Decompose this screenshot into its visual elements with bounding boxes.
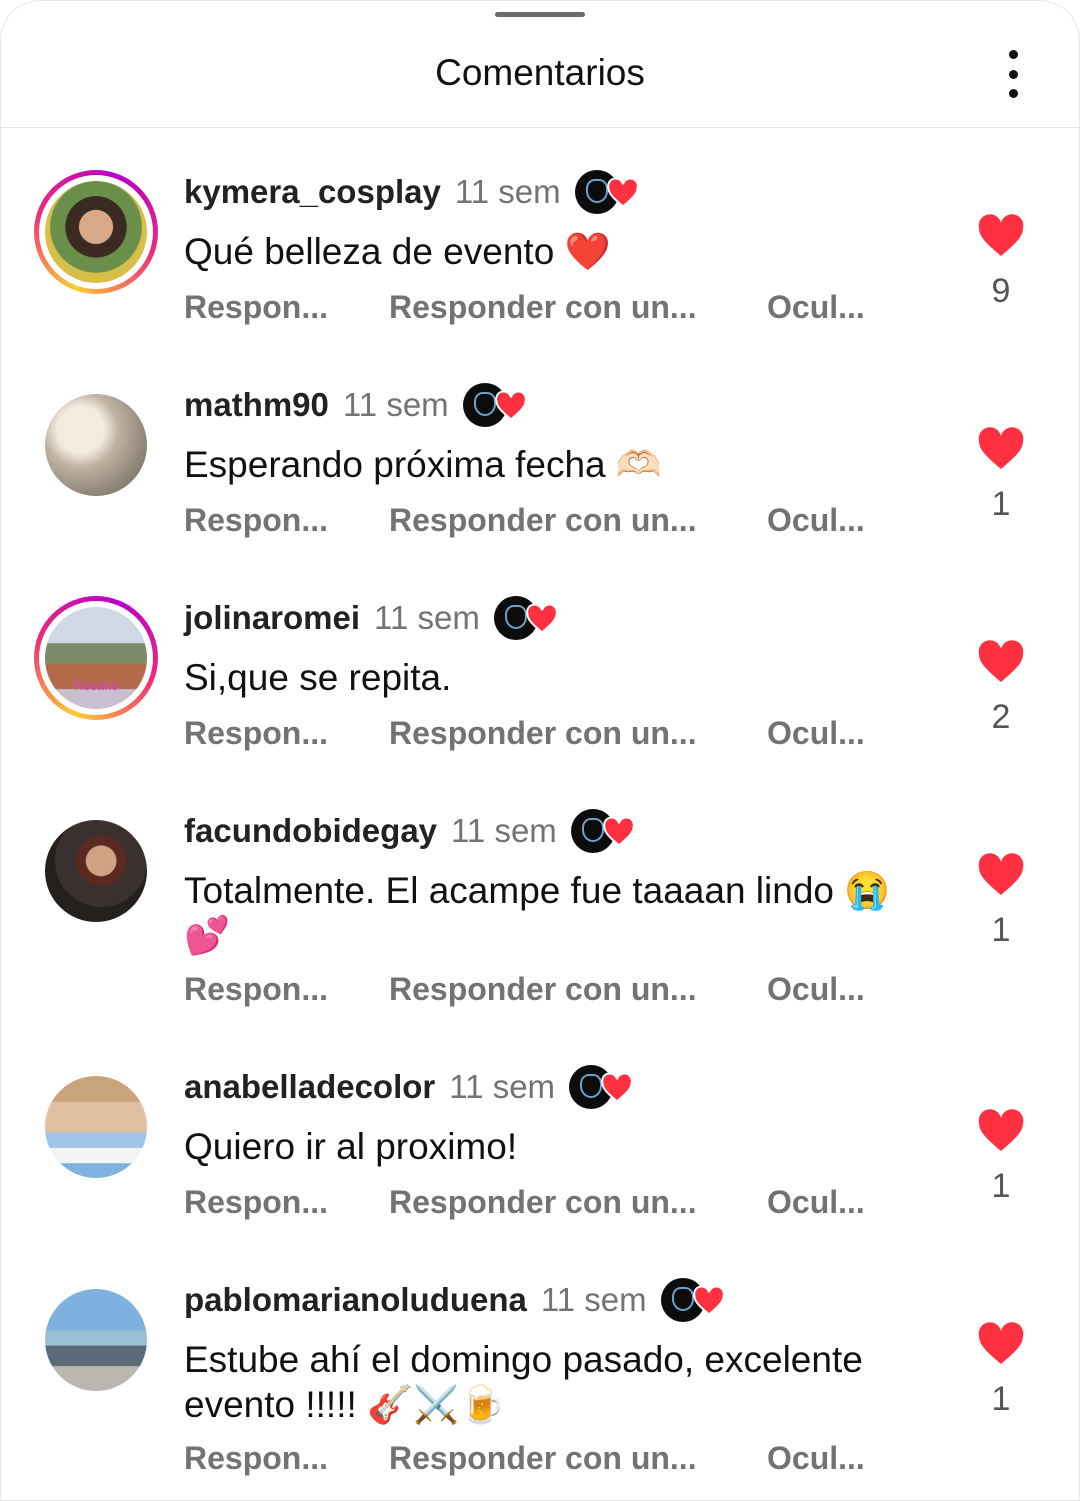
comment-time: 11 sem xyxy=(540,1281,647,1318)
author-liked-icon xyxy=(493,596,564,640)
author-liked-icon xyxy=(569,1065,639,1109)
comment-username[interactable]: mathm90 xyxy=(184,386,329,424)
reply-with-sticker-button[interactable]: Responder con un... xyxy=(389,971,767,1008)
comments-header: Comentarios xyxy=(0,0,1080,128)
comment-text: Esperando próxima fecha 🫶🏻 xyxy=(184,444,662,485)
heart-icon[interactable] xyxy=(972,1322,1030,1366)
comment-text: Totalmente. El acampe fue taaaan lindo 😭… xyxy=(184,870,891,956)
reply-with-sticker-button[interactable]: Responder con un... xyxy=(389,715,767,752)
reply-button[interactable]: Respon... xyxy=(184,1440,389,1477)
reply-button[interactable]: Respon... xyxy=(184,289,389,326)
heart-icon[interactable] xyxy=(972,214,1030,258)
author-liked-icon xyxy=(574,170,645,214)
avatar[interactable] xyxy=(34,1065,158,1189)
hide-button[interactable]: Ocul... xyxy=(767,1184,865,1221)
avatar[interactable] xyxy=(34,383,158,507)
more-options-icon[interactable] xyxy=(998,50,1028,98)
comment-username[interactable]: anabelladecolor xyxy=(184,1068,435,1106)
like-count: 2 xyxy=(991,698,1011,736)
like-count: 1 xyxy=(991,485,1011,523)
reply-button[interactable]: Respon... xyxy=(184,1184,389,1221)
reply-with-sticker-button[interactable]: Responder con un... xyxy=(389,1440,767,1477)
comment-username[interactable]: jolinaromei xyxy=(184,599,360,637)
comment-username[interactable]: pablomarianoluduena xyxy=(184,1281,527,1319)
comment-time: 11 sem xyxy=(454,173,561,210)
avatar[interactable]: Rosario xyxy=(34,596,158,720)
avatar[interactable] xyxy=(34,809,158,933)
comment-text: Si,que se repita. xyxy=(184,657,452,698)
page-title: Comentarios xyxy=(435,52,645,93)
heart-icon[interactable] xyxy=(972,853,1030,897)
hide-button[interactable]: Ocul... xyxy=(767,715,865,752)
avatar[interactable] xyxy=(34,1278,158,1402)
reply-button[interactable]: Respon... xyxy=(184,502,389,539)
heart-icon[interactable] xyxy=(972,427,1030,471)
comment-username[interactable]: facundobidegay xyxy=(184,812,437,850)
author-liked-icon xyxy=(570,809,641,853)
hide-button[interactable]: Ocul... xyxy=(767,289,865,326)
heart-icon[interactable] xyxy=(972,1109,1030,1153)
comment-time: 11 sem xyxy=(451,812,557,849)
reply-button[interactable]: Respon... xyxy=(184,971,389,1008)
heart-icon[interactable] xyxy=(972,640,1030,684)
comment-username[interactable]: kymera_cosplay xyxy=(184,173,441,211)
reply-with-sticker-button[interactable]: Responder con un... xyxy=(389,289,767,326)
comment-text: Estube ahí el domingo pasado, excelente … xyxy=(184,1339,863,1425)
author-liked-icon xyxy=(462,383,533,427)
author-liked-icon xyxy=(660,1278,731,1322)
like-count: 1 xyxy=(991,1167,1011,1205)
comment-time: 11 sem xyxy=(449,1068,556,1105)
hide-button[interactable]: Ocul... xyxy=(767,971,865,1008)
hide-button[interactable]: Ocul... xyxy=(767,502,865,539)
comment-time: 11 sem xyxy=(342,386,449,423)
like-count: 9 xyxy=(991,272,1011,310)
reply-button[interactable]: Respon... xyxy=(184,715,389,752)
comments-sheet: Comentarios kymera_cosplay 11 sem Qué be… xyxy=(0,0,1080,1501)
comment-time: 11 sem xyxy=(374,599,480,636)
like-count: 1 xyxy=(991,911,1011,949)
reply-with-sticker-button[interactable]: Responder con un... xyxy=(389,502,767,539)
like-count: 1 xyxy=(991,1380,1011,1418)
reply-with-sticker-button[interactable]: Responder con un... xyxy=(389,1184,767,1221)
avatar-caption: Rosario xyxy=(73,678,119,693)
avatar[interactable] xyxy=(34,170,158,294)
comment-text: Quiero ir al proximo! xyxy=(184,1126,518,1167)
hide-button[interactable]: Ocul... xyxy=(767,1440,865,1477)
comment-text: Qué belleza de evento ❤️ xyxy=(184,231,611,272)
